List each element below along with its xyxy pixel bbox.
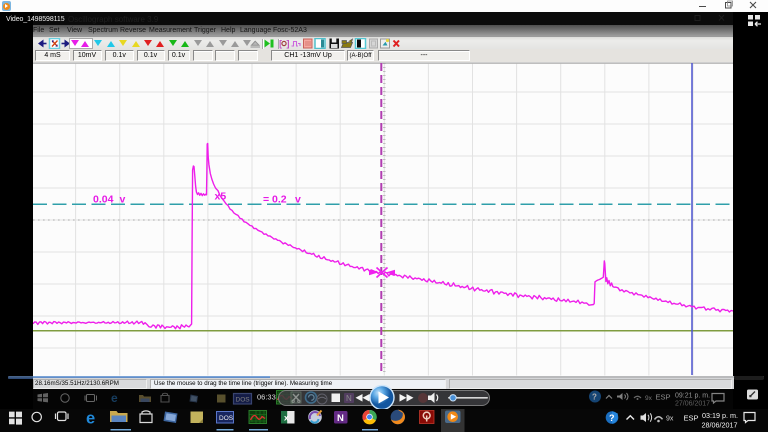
- svg-text:?: ?: [592, 393, 597, 402]
- svg-text:x: x: [284, 413, 289, 423]
- svg-text:28/06/2017: 28/06/2017: [702, 421, 738, 430]
- svg-text:x5: x5: [215, 191, 227, 203]
- svg-text:0.04: 0.04: [93, 194, 114, 206]
- svg-text:e: e: [86, 410, 95, 428]
- svg-text:v: v: [120, 194, 126, 206]
- svg-text:06:33: 06:33: [257, 393, 276, 402]
- svg-text:27/06/2017: 27/06/2017: [675, 401, 710, 408]
- svg-text:ESP: ESP: [656, 393, 671, 402]
- svg-text:DOS: DOS: [236, 397, 251, 404]
- svg-text:9x: 9x: [645, 395, 653, 402]
- svg-text:]: ]: [287, 38, 290, 48]
- svg-text:v: v: [295, 194, 301, 206]
- svg-text:ESP: ESP: [684, 414, 699, 423]
- svg-text:9x: 9x: [666, 416, 674, 423]
- svg-text:DOS: DOS: [219, 415, 234, 422]
- svg-text:03:19 p. m.: 03:19 p. m.: [702, 411, 738, 420]
- svg-text:= 0.2: = 0.2: [263, 194, 287, 206]
- svg-text:?: ?: [609, 413, 615, 423]
- svg-text:N: N: [337, 413, 344, 424]
- svg-text:N: N: [346, 394, 352, 403]
- svg-text:e: e: [111, 391, 118, 405]
- svg-text:09:21 p. m.: 09:21 p. m.: [675, 393, 710, 400]
